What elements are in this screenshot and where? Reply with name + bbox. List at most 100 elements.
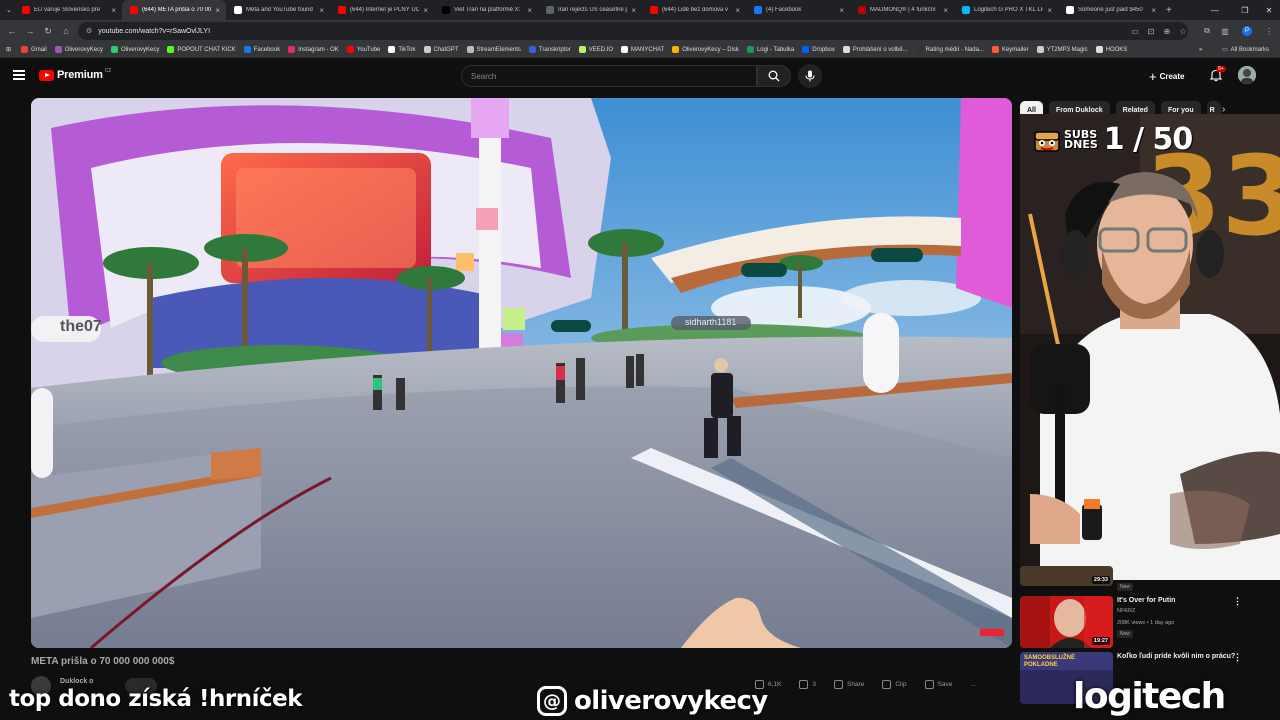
url-field[interactable]: ⚙ youtube.com/watch?v=rSawOvlJLYI — [78, 22, 1188, 40]
more-icon[interactable]: ⋮ — [1233, 596, 1242, 607]
browser-menu-icon[interactable]: ⋮ — [1262, 20, 1276, 42]
bookmark-favicon-icon — [423, 46, 431, 53]
bookmarks-bar: ⊞ Gmail OliverovyKecy OliverovyKecy POPOUT … — [0, 42, 1280, 58]
browser-tab[interactable]: Iran rejects US ceasefire p × — [538, 0, 642, 20]
minimize-button[interactable]: — — [1200, 0, 1230, 20]
bookmark-item[interactable]: StreamElements — [466, 46, 521, 53]
bookmark-item[interactable]: Transkriptor — [528, 46, 571, 53]
subscribe-watermark[interactable] — [980, 629, 1004, 636]
new-tab-button[interactable]: + — [1162, 0, 1178, 20]
tab-title: MADMONQ® | 4 funkční — [870, 7, 936, 13]
extensions-icon[interactable]: ⧉ — [1200, 20, 1214, 42]
zoom-icon[interactable]: ⊕ — [1160, 20, 1174, 42]
forward-button[interactable]: → — [21, 26, 39, 36]
avatar[interactable] — [1238, 66, 1256, 84]
bookmarks-more-button[interactable]: » — [1199, 47, 1202, 53]
youtube-logo[interactable]: Premium CZ — [39, 68, 111, 81]
more-actions-button[interactable]: ... — [970, 681, 975, 688]
tab-search-button[interactable]: ⌄ — [0, 0, 14, 20]
bookmark-item[interactable]: OliverovyKecy – Disk — [672, 46, 739, 53]
menu-icon[interactable] — [13, 70, 25, 80]
cast-icon[interactable]: ▭ — [1128, 20, 1142, 42]
browser-tab[interactable]: (4) Facebook × — [746, 0, 850, 20]
video-thumbnail[interactable]: 19:27 — [1020, 596, 1113, 648]
bookmark-item[interactable]: Keymailer — [991, 46, 1029, 53]
close-tab-icon[interactable]: × — [215, 6, 220, 15]
home-icon: ⌂ — [63, 26, 69, 36]
browser-tab[interactable]: (644) Internet je PLNÝ ÚČ × — [330, 0, 434, 20]
search-button[interactable] — [757, 65, 791, 87]
create-button[interactable]: + Create — [1149, 67, 1185, 85]
bookmark-favicon-icon — [21, 46, 29, 53]
bookmark-favicon-icon — [578, 46, 586, 53]
list-item[interactable]: 29:33 New — [1020, 566, 1280, 592]
video-thumbnail[interactable]: 29:33 — [1020, 566, 1113, 586]
video-player[interactable]: the07 sidharth1181 — [31, 98, 1012, 648]
close-tab-icon[interactable]: × — [943, 6, 948, 15]
bookmark-item[interactable]: POPOUT CHAT KICK — [167, 46, 236, 53]
close-window-button[interactable]: ✕ — [1254, 0, 1280, 20]
channel-name[interactable]: Duklock o — [60, 678, 93, 685]
all-bookmarks-button[interactable]: ▭ All Bookmarks — [1222, 46, 1269, 54]
search-input[interactable]: Search — [461, 65, 757, 87]
browser-tab-strip: ⌄ EU varuje Slovensko pře × (644) META pri… — [0, 0, 1280, 20]
bookmark-favicon-icon — [54, 46, 62, 53]
voice-search-button[interactable] — [798, 64, 822, 88]
bookmark-item[interactable]: Facebook — [243, 46, 280, 53]
browser-tab[interactable]: Meta and YouTube found × — [226, 0, 330, 20]
close-tab-icon[interactable]: × — [111, 6, 116, 15]
dislike-button[interactable]: 3 — [799, 680, 816, 689]
more-icon[interactable]: ⋮ — [1233, 652, 1242, 663]
close-tab-icon[interactable]: × — [423, 6, 428, 15]
bookmark-item[interactable]: OliverovyKecy — [111, 46, 159, 53]
close-tab-icon[interactable]: × — [1151, 6, 1156, 15]
video-title: It's Over for Putin — [1117, 597, 1176, 604]
save-button[interactable]: Save — [924, 680, 952, 689]
bookmark-item[interactable]: Gmail — [21, 46, 47, 53]
close-tab-icon[interactable]: × — [735, 6, 740, 15]
reload-button[interactable]: ↻ — [39, 26, 57, 37]
bookmark-item[interactable]: YT2MP3 Magic — [1036, 46, 1088, 53]
install-icon[interactable]: ⊡ — [1144, 20, 1158, 42]
bookmark-item[interactable]: TikTok — [388, 46, 416, 53]
sponsor-logo: logitech — [1073, 676, 1226, 717]
bookmark-item[interactable]: ChatGPT — [423, 46, 459, 53]
clip-button[interactable]: Clip — [882, 680, 907, 689]
close-tab-icon[interactable]: × — [527, 6, 532, 15]
home-button[interactable]: ⌂ — [57, 26, 75, 36]
bookmark-item[interactable]: Dropbox — [802, 46, 835, 53]
close-tab-icon[interactable]: × — [1047, 6, 1052, 15]
bookmark-star-icon[interactable]: ☆ — [1176, 20, 1190, 42]
sidepanel-icon[interactable]: ▥ — [1218, 20, 1232, 42]
browser-tab[interactable]: Someone just paid $450 × — [1058, 0, 1162, 20]
browser-tab[interactable]: Logitech G PRO X TKL LIG × — [954, 0, 1058, 20]
bookmark-item[interactable]: Logi - Tabulka — [746, 46, 794, 53]
close-tab-icon[interactable]: × — [839, 6, 844, 15]
bookmark-item[interactable]: OliverovyKecy — [54, 46, 103, 53]
bookmark-item[interactable]: Prohlášení o volbě... — [842, 46, 908, 53]
tab-favicon-icon — [754, 6, 762, 14]
browser-tab[interactable]: (644) META prišla o 70 00 × — [122, 0, 226, 20]
bookmark-item[interactable]: MANYCHAT — [621, 46, 664, 53]
browser-tab[interactable]: MADMONQ® | 4 funkční × — [850, 0, 954, 20]
url-text: youtube.com/watch?v=rSawOvlJLYI — [98, 27, 211, 35]
save-icon — [924, 680, 934, 689]
bookmark-item[interactable]: YouTube — [346, 46, 380, 53]
close-tab-icon[interactable]: × — [631, 6, 636, 15]
browser-tab[interactable]: (644) Lidé bez domova v × — [642, 0, 746, 20]
apps-icon[interactable]: ⊞ — [6, 46, 11, 53]
tab-favicon-icon — [22, 6, 30, 14]
profile-icon[interactable]: P — [1240, 20, 1254, 42]
bookmark-item[interactable]: VEED.IO — [578, 46, 613, 53]
bookmark-favicon-icon — [672, 46, 680, 53]
close-tab-icon[interactable]: × — [319, 6, 324, 15]
bookmark-item[interactable]: HOOKS — [1095, 46, 1127, 53]
bookmark-item[interactable]: Rating médií - Nada... — [915, 46, 984, 53]
browser-tab[interactable]: Viet Tran na platformě X: × — [434, 0, 538, 20]
list-item[interactable]: 19:27 It's Over for Putin NFKRZ 208K vie… — [1020, 596, 1280, 652]
share-button[interactable]: Share — [834, 680, 864, 689]
site-info-icon[interactable]: ⚙ — [86, 27, 92, 35]
bookmark-item[interactable]: Instagram - OK — [288, 46, 339, 53]
browser-tab[interactable]: EU varuje Slovensko pře × — [14, 0, 122, 20]
back-button[interactable]: ← — [3, 26, 21, 36]
